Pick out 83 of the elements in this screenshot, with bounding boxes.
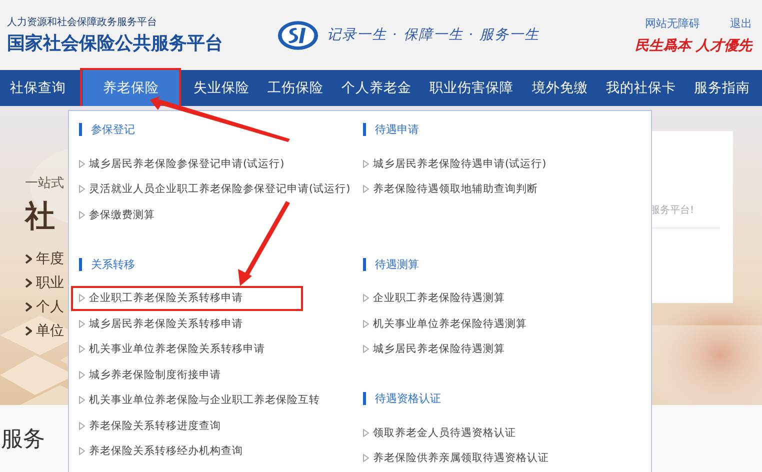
hero-bullet: 单位 bbox=[36, 322, 64, 340]
triangle-icon bbox=[363, 428, 369, 437]
triangle-icon bbox=[79, 185, 85, 194]
nav-tab[interactable]: 个人养老金 bbox=[338, 70, 416, 106]
triangle-icon bbox=[79, 370, 85, 379]
hero-heading: 社 bbox=[25, 198, 56, 236]
menu-group-heading: 待遇测算 bbox=[363, 258, 419, 270]
hero-bullet: 个人 bbox=[36, 298, 64, 316]
menu-item-label: 城乡养老保险制度衔接申请 bbox=[89, 368, 221, 382]
menu-item[interactable]: 养老保险待遇领取地辅助查询判断 bbox=[363, 176, 538, 202]
menu-item-label: 城乡居民养老保险待遇测算 bbox=[373, 342, 505, 356]
menu-group-heading: 关系转移 bbox=[79, 258, 135, 270]
nav-tab[interactable]: 服务指南 bbox=[690, 70, 754, 106]
menu-item[interactable]: 企业职工养老保险关系转移申请 bbox=[71, 286, 303, 311]
triangle-icon bbox=[363, 345, 369, 354]
menu-item[interactable]: 机关事业单位养老保险与企业职工养老保险互转 bbox=[79, 388, 320, 413]
menu-item[interactable]: 机关事业单位养老保险待遇测算 bbox=[363, 311, 527, 336]
menu-item[interactable]: 城乡养老保险制度衔接申请 bbox=[79, 362, 221, 388]
menu-item[interactable]: 城乡居民养老保险待遇申请(试运行) bbox=[363, 151, 546, 176]
chevron-icon bbox=[25, 254, 32, 264]
triangle-icon bbox=[79, 320, 85, 328]
menu-item[interactable]: 参保缴费测算 bbox=[79, 202, 155, 228]
nav-tab[interactable]: 职业伤害保障 bbox=[426, 70, 518, 106]
menu-item-label: 养老保险关系转移经办机构查询 bbox=[89, 444, 243, 458]
hero-tagline: 一站式 bbox=[25, 175, 65, 192]
slogan-text: 记录一生 · 保障一生 · 服务一生 bbox=[327, 26, 540, 44]
menu-item[interactable]: 城乡居民养老保险参保登记申请(试运行) bbox=[79, 151, 284, 176]
triangle-icon bbox=[79, 422, 85, 430]
menu-item-label: 养老保险关系转移进度查询 bbox=[89, 418, 221, 433]
nav-tab[interactable]: 工伤保险 bbox=[263, 70, 328, 106]
header-link[interactable]: 退出 bbox=[730, 16, 752, 30]
menu-item-label: 机关事业单位养老保险待遇测算 bbox=[373, 316, 527, 331]
nav-tab[interactable]: 社保查询 bbox=[6, 70, 70, 106]
chevron-icon bbox=[25, 326, 32, 336]
menu-item-label: 机关事业单位养老保险与企业职工养老保险互转 bbox=[89, 393, 320, 408]
header-link[interactable]: 网站无障碍 bbox=[645, 16, 700, 30]
menu-item[interactable]: 城乡居民养老保险关系转移申请 bbox=[79, 311, 243, 336]
nav-tab[interactable]: 养老保险 bbox=[80, 70, 180, 106]
hero-bullet: 职业 bbox=[36, 274, 64, 292]
menu-group-heading: 参保登记 bbox=[79, 123, 135, 136]
menu-group-heading: 待遇资格认证 bbox=[363, 392, 441, 405]
triangle-icon bbox=[79, 160, 85, 168]
triangle-icon bbox=[363, 454, 369, 462]
motto-text: 民生爲本 人才優先 bbox=[635, 36, 752, 54]
menu-item[interactable]: 养老保险关系转移经办机构查询 bbox=[79, 438, 243, 464]
menu-item-label: 城乡居民养老保险参保登记申请(试运行) bbox=[89, 156, 284, 171]
triangle-icon bbox=[79, 345, 85, 354]
menu-item[interactable]: 城乡居民养老保险待遇测算 bbox=[363, 336, 505, 362]
menu-item[interactable]: 灵活就业人员企业职工养老保险参保登记申请(试运行) bbox=[79, 176, 350, 202]
triangle-icon bbox=[79, 294, 85, 302]
menu-item-label: 机关事业单位养老保险关系转移申请 bbox=[89, 342, 265, 356]
triangle-icon bbox=[363, 294, 369, 302]
menu-item-label: 参保缴费测算 bbox=[89, 208, 155, 222]
menu-item-label: 养老保险待遇领取地辅助查询判断 bbox=[373, 182, 538, 196]
triangle-icon bbox=[79, 396, 85, 404]
section-heading: 服务 bbox=[1, 426, 45, 454]
triangle-icon bbox=[79, 447, 85, 456]
triangle-icon bbox=[363, 320, 369, 328]
nav-tab[interactable]: 失业保险 bbox=[189, 70, 254, 106]
triangle-icon bbox=[363, 185, 369, 194]
menu-item-label: 灵活就业人员企业职工养老保险参保登记申请(试运行) bbox=[89, 182, 350, 196]
nav-tab[interactable]: 我的社保卡 bbox=[602, 70, 680, 106]
si-logo-icon bbox=[277, 20, 319, 50]
chevron-icon bbox=[25, 278, 32, 288]
menu-item-label: 领取养老金人员待遇资格认证 bbox=[373, 426, 516, 440]
menu-item[interactable]: 企业职工养老保险待遇测算 bbox=[363, 286, 505, 311]
menu-item[interactable]: 领取养老金人员待遇资格认证 bbox=[363, 420, 516, 446]
menu-item-label: 企业职工养老保险关系转移申请 bbox=[89, 291, 243, 306]
hero-bullet: 年度 bbox=[36, 250, 64, 268]
menu-group-heading: 待遇申请 bbox=[363, 123, 419, 136]
site-subtitle: 人力资源和社会保障政务服务平台 bbox=[7, 16, 158, 29]
menu-item-label: 城乡居民养老保险待遇申请(试运行) bbox=[373, 156, 546, 171]
chevron-icon bbox=[25, 302, 32, 312]
triangle-icon bbox=[363, 160, 369, 168]
nav-tab[interactable]: 境外免缴 bbox=[528, 70, 592, 106]
menu-item[interactable]: 机关事业单位养老保险关系转移申请 bbox=[79, 336, 265, 362]
menu-item-label: 企业职工养老保险待遇测算 bbox=[373, 291, 505, 306]
menu-item[interactable]: 养老保险关系转移进度查询 bbox=[79, 413, 221, 438]
site-title: 国家社会保险公共服务平台 bbox=[7, 32, 224, 55]
menu-item-label: 养老保险供养亲属领取待遇资格认证 bbox=[373, 451, 549, 466]
triangle-icon bbox=[79, 210, 85, 219]
menu-item[interactable]: 养老保险供养亲属领取待遇资格认证 bbox=[363, 446, 549, 471]
menu-item-label: 城乡居民养老保险关系转移申请 bbox=[89, 316, 243, 331]
